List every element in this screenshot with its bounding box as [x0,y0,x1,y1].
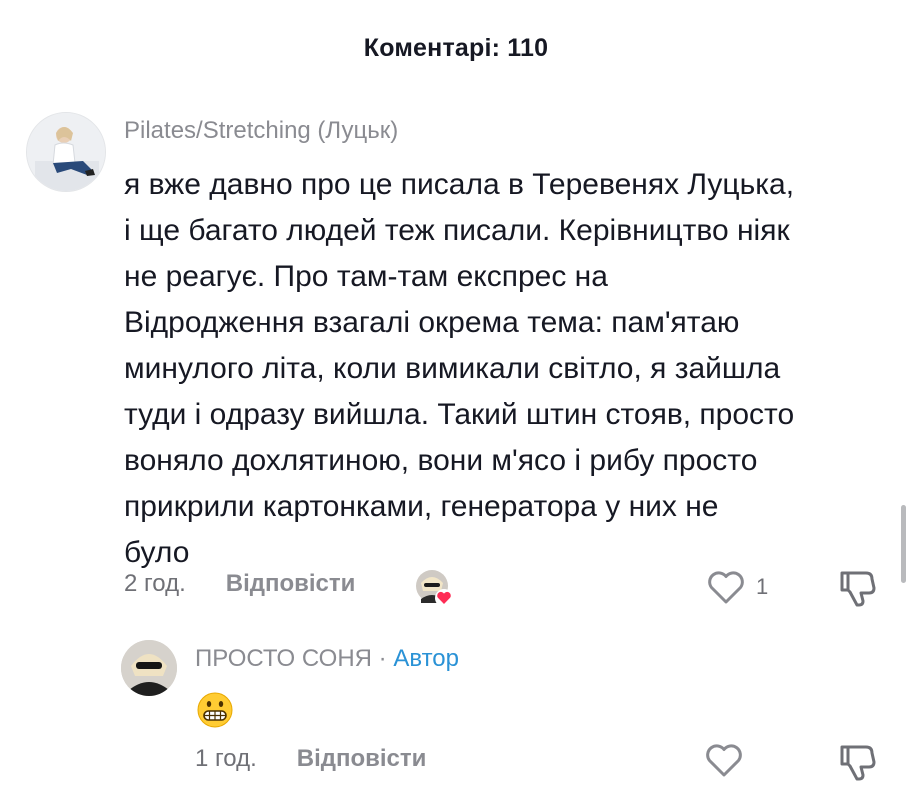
comments-count-title: Коментарі: 110 [363,33,549,62]
comment-timestamp: 2 год. [124,570,186,597]
reply-meta: 1 год. Відповісти [195,745,426,773]
comment-meta: 2 год. Відповісти [124,570,355,598]
commenter-username[interactable]: Pilates/Stretching (Луцьк) [124,117,398,145]
comment-text-line: воняло дохлятиною, вони м'ясо і рибу про… [124,444,758,477]
comment-text-line: минулого літа, коли вимикали світло, я з… [124,352,781,385]
comment-text-line: і ще багато людей теж писали. Керівництв… [124,214,790,247]
grimacing-face-icon [195,690,235,730]
heart-outline-icon [706,744,742,777]
reply-to-reply-button[interactable]: Відповісти [297,745,427,773]
reply-like-button[interactable] [704,742,744,778]
separator-dot: · [378,645,387,672]
reply-avatar[interactable] [121,640,177,696]
author-badge: Автор [393,645,459,672]
comment-text-line: не реагує. Про там-там експрес на [124,260,608,293]
comment-text-line: прикрили картонками, генератора у них не [124,490,719,523]
dislike-button[interactable] [836,568,880,613]
like-button[interactable]: 1 [706,569,768,605]
comment-text: я вже давно про це писала в Теревенях Лу… [124,162,894,576]
thumbs-down-icon [840,571,876,607]
comments-header: Коментарі: 110 [0,0,912,96]
heart-outline-icon [708,571,744,604]
comment-text-line: я вже давно про це писала в Теревенях Лу… [124,168,795,201]
comment-text-line: Відродження взагалі окрема тема: пам'ята… [124,306,740,339]
comment-text-line: туди і одразу вийшла. Такий штин стояв, … [124,398,795,431]
reply-username-line: ПРОСТО СОНЯ · Автор [195,645,459,673]
like-count: 1 [756,574,769,599]
creator-liked-badge [415,569,453,607]
thumbs-down-icon [840,745,876,781]
reply-button[interactable]: Відповісти [226,570,356,598]
reply-username[interactable]: ПРОСТО СОНЯ [195,645,372,672]
reply-timestamp: 1 год. [195,745,257,772]
reply-dislike-button[interactable] [836,742,880,787]
commenter-avatar[interactable] [26,112,106,192]
scrollbar-thumb[interactable] [901,505,906,583]
